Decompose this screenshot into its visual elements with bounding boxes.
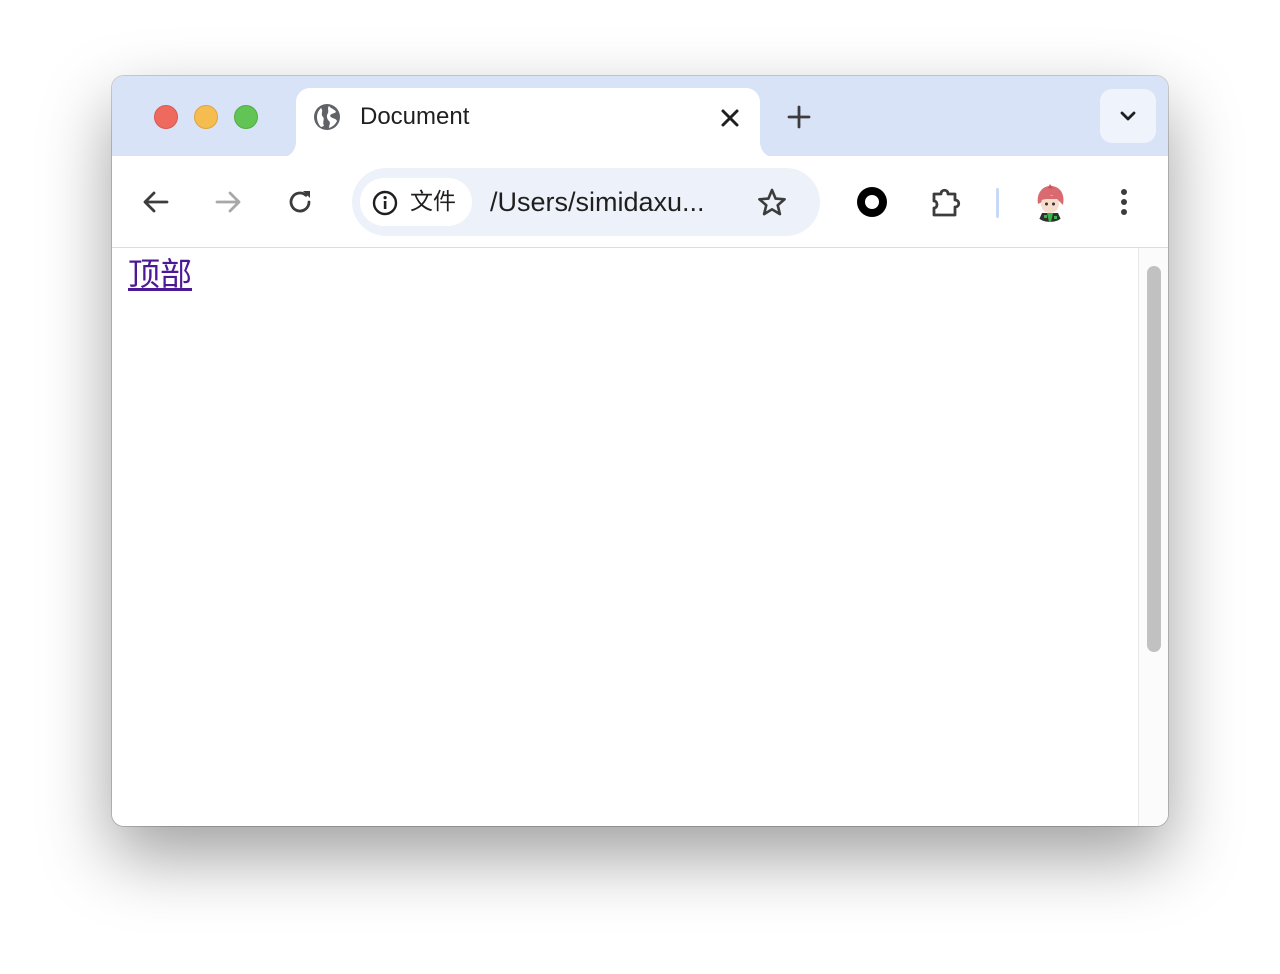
more-vert-icon[interactable] [1110,186,1138,218]
tab-title: Document [360,103,470,130]
star-icon[interactable] [755,186,789,220]
puzzle-icon[interactable] [928,184,964,220]
site-info-chip[interactable]: 文件 [360,178,472,226]
maximize-window-button[interactable] [234,105,258,129]
vertical-scrollbar[interactable] [1138,248,1168,826]
info-icon [372,190,398,216]
chevron-down-icon [1120,111,1136,121]
tab-document[interactable]: Document [296,88,760,158]
scrollbar-thumb[interactable] [1147,266,1161,652]
toolbar: 文件 /Users/simidaxu... [112,156,1168,248]
forward-arrow-icon[interactable] [212,186,244,218]
minimize-window-button[interactable] [194,105,218,129]
tab-strip: Document [112,76,1168,158]
profile-avatar-icon [1030,182,1070,222]
new-tab-icon[interactable] [784,102,814,132]
record-extension-icon[interactable] [856,186,888,218]
browser-window: Document 文件 /Users/simidaxu... 顶部 [112,76,1168,826]
reload-icon[interactable] [284,186,316,218]
top-link[interactable]: 顶部 [128,254,192,294]
globe-icon [314,104,340,130]
close-window-button[interactable] [154,105,178,129]
close-tab-icon[interactable] [716,104,744,132]
tab-search-button[interactable] [1100,89,1156,143]
toolbar-divider [996,188,999,218]
address-bar[interactable]: 文件 /Users/simidaxu... [352,168,820,236]
url-text: /Users/simidaxu... [490,187,705,217]
site-info-label: 文件 [410,189,456,215]
back-arrow-icon[interactable] [140,186,172,218]
page-content: 顶部 [112,248,1168,826]
avatar[interactable] [1030,182,1070,222]
